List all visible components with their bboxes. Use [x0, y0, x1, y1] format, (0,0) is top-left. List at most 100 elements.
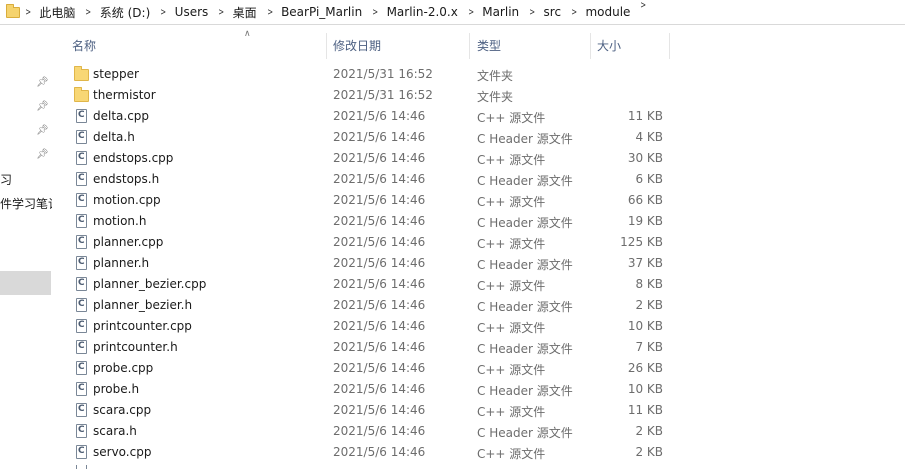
breadcrumb-label[interactable]: Marlin — [482, 5, 519, 19]
file-row[interactable]: endstops.cpp 2021/5/6 14:46 C++ 源文件 30 KB — [52, 148, 905, 169]
breadcrumb-label[interactable]: Marlin-2.0.x — [387, 5, 458, 19]
file-size: 2 KB — [635, 424, 663, 438]
file-row[interactable]: planner.cpp 2021/5/6 14:46 C++ 源文件 125 KB — [52, 232, 905, 253]
file-row[interactable]: planner_bezier.cpp 2021/5/6 14:46 C++ 源文件 8… — [52, 274, 905, 295]
column-divider[interactable] — [469, 33, 470, 59]
breadcrumb-item[interactable]: > Marlin — [458, 0, 519, 25]
column-header-name[interactable]: 名称 — [72, 37, 96, 54]
file-row[interactable]: probe.cpp 2021/5/6 14:46 C++ 源文件 26 KB — [52, 358, 905, 379]
file-size: 30 KB — [627, 151, 663, 165]
file-row[interactable]: delta.h 2021/5/6 14:46 C Header 源文件 4 KB — [52, 127, 905, 148]
file-size: 7 KB — [635, 340, 663, 354]
file-row[interactable]: endstops.h 2021/5/6 14:46 C Header 源文件 6 KB — [52, 169, 905, 190]
column-header-type[interactable]: 类型 — [477, 37, 501, 54]
chevron-right-icon[interactable]: > — [219, 7, 225, 18]
address-bar[interactable]: > 此电脑 > 系统 (D:) > Users > 桌面 > BearPi_Marlin > Marl… — [0, 0, 905, 25]
folder-icon — [6, 3, 20, 18]
file-row[interactable]: scara.h 2021/5/6 14:46 C Header 源文件 2 KB — [52, 421, 905, 442]
chevron-right-icon[interactable]: > — [468, 7, 474, 18]
file-name: servo.cpp — [93, 445, 152, 459]
nav-item-label[interactable]: 习 — [0, 171, 12, 188]
breadcrumb-item[interactable]: > src — [519, 0, 561, 25]
breadcrumb-item[interactable]: > Marlin-2.0.x — [362, 0, 458, 25]
file-row[interactable]: stepper 2021/5/31 16:52 文件夹 — [52, 64, 905, 85]
breadcrumb-label[interactable]: module — [585, 5, 630, 19]
file-size: 8 KB — [635, 277, 663, 291]
breadcrumb-label[interactable]: src — [544, 5, 562, 19]
file-modified-date: 2021/5/6 14:46 — [333, 340, 426, 354]
breadcrumb-label[interactable]: Users — [175, 5, 209, 19]
file-row[interactable]: planner.h 2021/5/6 14:46 C Header 源文件 37 KB — [52, 253, 905, 274]
breadcrumb-item[interactable]: > 桌面 — [208, 0, 257, 25]
file-name: stepper — [93, 67, 139, 81]
file-modified-date: 2021/5/6 14:46 — [333, 361, 426, 375]
file-size: 19 KB — [627, 214, 663, 228]
file-type: C++ 源文件 — [477, 153, 546, 167]
chevron-right-icon[interactable]: > — [86, 7, 92, 18]
file-row[interactable]: probe.h 2021/5/6 14:46 C Header 源文件 10 KB — [52, 379, 905, 400]
file-row[interactable]: servo.cpp 2021/5/6 14:46 C++ 源文件 2 KB — [52, 442, 905, 463]
file-name: motion.h — [93, 214, 147, 228]
chevron-right-icon[interactable]: > — [571, 7, 577, 18]
file-size: 125 KB — [620, 235, 663, 249]
pin-icon[interactable]: 📌︎ — [36, 125, 49, 137]
file-name: probe.cpp — [93, 361, 154, 375]
file-name: scara.cpp — [93, 403, 152, 417]
column-divider[interactable] — [669, 33, 670, 59]
file-row[interactable]: scara.cpp 2021/5/6 14:46 C++ 源文件 11 KB — [52, 400, 905, 421]
chevron-right-icon[interactable]: > — [372, 7, 378, 18]
file-name: planner_bezier.h — [93, 298, 193, 312]
breadcrumb-label[interactable]: 桌面 — [233, 4, 257, 21]
file-row[interactable]: printcounter.cpp 2021/5/6 14:46 C++ 源文件 10 … — [52, 316, 905, 337]
file-name: planner.h — [93, 256, 150, 270]
sort-ascending-icon: ∧ — [244, 29, 251, 39]
file-type: C Header 源文件 — [477, 342, 573, 356]
file-row[interactable]: thermistor 2021/5/31 16:52 文件夹 — [52, 85, 905, 106]
file-name: delta.cpp — [93, 109, 150, 123]
breadcrumb-item[interactable]: > BearPi_Marlin — [257, 0, 362, 25]
file-modified-date: 2021/5/6 14:46 — [333, 109, 426, 123]
file-modified-date: 2021/5/6 14:46 — [333, 130, 426, 144]
file-name: endstops.h — [93, 172, 160, 186]
file-type: C++ 源文件 — [477, 279, 546, 293]
cpp-file-icon — [76, 151, 87, 165]
file-row[interactable]: planner_bezier.h 2021/5/6 14:46 C Header 源… — [52, 295, 905, 316]
column-divider[interactable] — [590, 33, 591, 59]
pin-icon[interactable]: 📌︎ — [36, 149, 49, 161]
breadcrumb-item[interactable]: > module — [561, 0, 630, 25]
breadcrumb-label[interactable]: BearPi_Marlin — [281, 5, 362, 19]
chevron-right-icon[interactable]: > — [267, 7, 273, 18]
file-modified-date: 2021/5/31 16:52 — [333, 88, 433, 102]
file-modified-date: 2021/5/6 14:46 — [333, 151, 426, 165]
chevron-right-icon[interactable]: > — [641, 0, 647, 25]
breadcrumb-label[interactable]: 此电脑 — [39, 4, 75, 21]
pin-icon[interactable]: 📌︎ — [36, 77, 49, 89]
breadcrumb-item[interactable]: > Users — [150, 0, 209, 25]
nav-item-selected[interactable] — [0, 271, 51, 295]
file-row[interactable]: delta.cpp 2021/5/6 14:46 C++ 源文件 11 KB — [52, 106, 905, 127]
file-size: 6 KB — [635, 172, 663, 186]
file-type: C++ 源文件 — [477, 111, 546, 125]
column-header-date[interactable]: 修改日期 — [333, 37, 381, 54]
nav-item-label[interactable]: 件学习笔记 — [0, 195, 52, 212]
file-type: 文件夹 — [477, 69, 514, 83]
breadcrumb-item[interactable]: > 系统 (D:) — [75, 0, 151, 25]
breadcrumb-label[interactable]: 系统 (D:) — [100, 4, 150, 21]
chevron-right-icon[interactable]: > — [25, 7, 31, 18]
file-type: C++ 源文件 — [477, 447, 546, 461]
cpp-file-icon — [76, 235, 87, 249]
pin-icon[interactable]: 📌︎ — [36, 101, 49, 113]
breadcrumb-item[interactable]: > 此电脑 — [24, 0, 75, 25]
file-row[interactable]: motion.h 2021/5/6 14:46 C Header 源文件 19 KB — [52, 211, 905, 232]
file-size: 11 KB — [627, 109, 663, 123]
header-file-icon — [76, 382, 87, 396]
file-row[interactable]: motion.cpp 2021/5/6 14:46 C++ 源文件 66 KB — [52, 190, 905, 211]
file-modified-date: 2021/5/6 14:46 — [333, 403, 426, 417]
column-header-size[interactable]: 大小 — [597, 37, 621, 54]
chevron-right-icon[interactable]: > — [161, 7, 167, 18]
chevron-right-icon[interactable]: > — [529, 7, 535, 18]
column-divider[interactable] — [326, 33, 327, 59]
file-size: 4 KB — [635, 130, 663, 144]
file-row[interactable]: printcounter.h 2021/5/6 14:46 C Header 源文件… — [52, 337, 905, 358]
header-file-icon — [76, 172, 87, 186]
